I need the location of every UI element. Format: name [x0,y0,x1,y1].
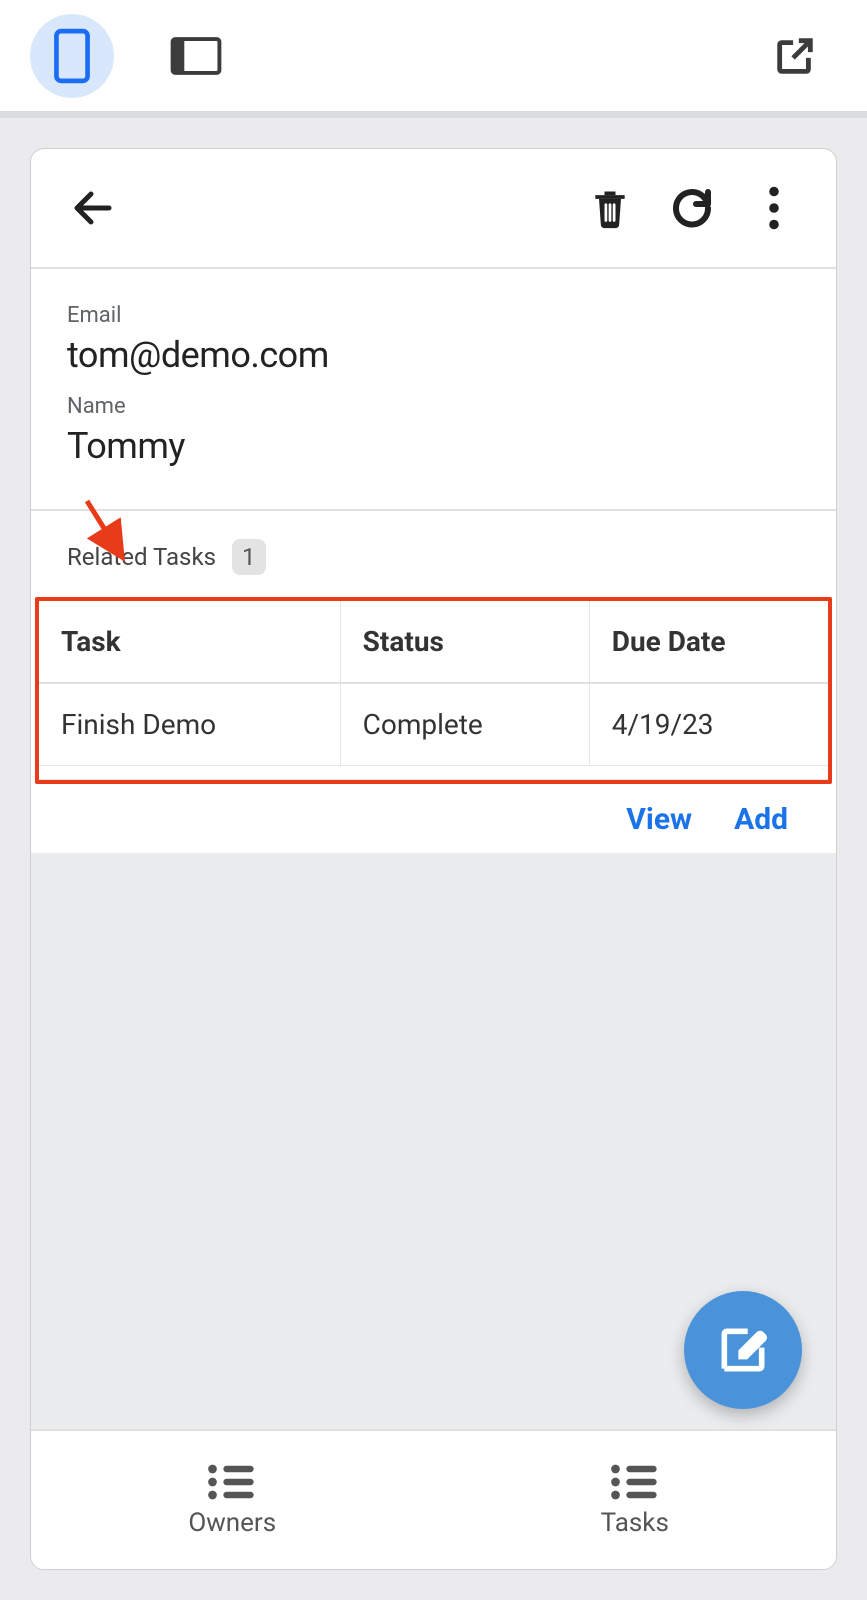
preview-toolbar [0,0,867,118]
device-frame: Email tom@demo.com Name Tommy [30,148,837,1570]
name-value: Tommy [67,425,800,467]
open-external-button[interactable] [753,14,837,98]
list-icon [206,1462,258,1502]
refresh-icon [668,184,716,232]
smartphone-icon [53,28,91,84]
app-header [31,149,836,269]
preview-stage: Email tom@demo.com Name Tommy [0,118,867,1600]
open-external-icon [772,33,818,79]
view-button[interactable]: View [626,802,692,837]
cell-due: 4/19/23 [589,683,828,766]
related-tasks-table-highlight: Task Status Due Date Finish Demo Complet… [35,597,832,784]
related-tasks-section: Related Tasks 1 Task Status Due Date [31,511,836,853]
nav-owners[interactable]: Owners [31,1431,434,1569]
delete-button[interactable] [578,176,642,240]
table-row[interactable]: Finish Demo Complete 4/19/23 [39,683,828,766]
nav-owners-label: Owners [188,1508,276,1538]
back-button[interactable] [61,176,125,240]
mobile-view-button[interactable] [30,14,114,98]
more-vert-icon [768,186,780,230]
more-button[interactable] [742,176,806,240]
col-status[interactable]: Status [340,601,589,683]
col-task[interactable]: Task [39,601,340,683]
bottom-nav: Owners Tasks [31,1429,836,1569]
arrow-left-icon [69,184,117,232]
tablet-view-button[interactable] [154,14,238,98]
col-due-date[interactable]: Due Date [589,601,828,683]
nav-tasks[interactable]: Tasks [434,1431,837,1569]
add-button[interactable]: Add [734,802,788,837]
related-tasks-table: Task Status Due Date Finish Demo Complet… [39,601,828,780]
edit-icon [715,1322,771,1378]
sync-button[interactable] [660,176,724,240]
related-tasks-title: Related Tasks [67,543,216,571]
list-icon [609,1462,661,1502]
edit-fab[interactable] [684,1291,802,1409]
email-value: tom@demo.com [67,334,800,376]
cell-task: Finish Demo [39,683,340,766]
name-label: Name [67,394,800,419]
detail-section: Email tom@demo.com Name Tommy [31,269,836,511]
tablet-icon [170,36,222,76]
nav-tasks-label: Tasks [601,1508,669,1538]
trash-icon [588,184,632,232]
related-tasks-count-badge: 1 [232,539,266,575]
email-field: Email tom@demo.com [67,303,800,376]
name-field: Name Tommy [67,394,800,467]
email-label: Email [67,303,800,328]
cell-status: Complete [340,683,589,766]
